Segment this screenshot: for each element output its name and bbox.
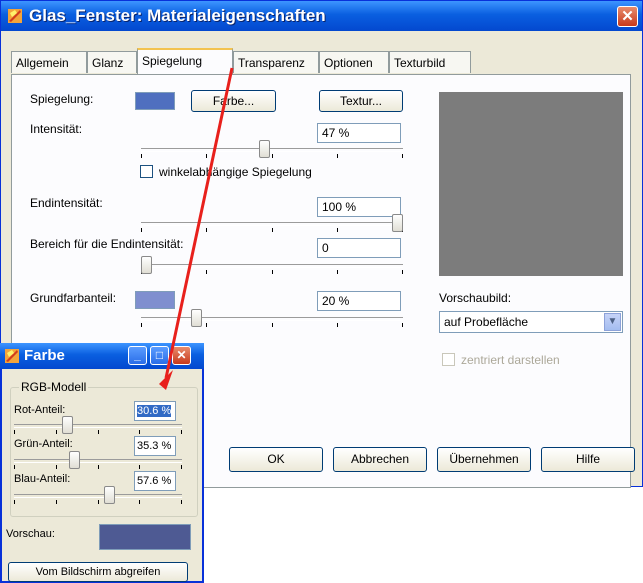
farbe-dialog: Farbe _ □ ✕ RGB-Modell Rot-Anteil: 30.6 … bbox=[0, 343, 204, 583]
slider-tick bbox=[337, 228, 338, 232]
bereich-label: Bereich für die Endintensität: bbox=[30, 237, 184, 251]
tab-optionen[interactable]: Optionen bbox=[319, 51, 389, 73]
vorschau-label: Vorschau: bbox=[6, 528, 55, 540]
slider-tick bbox=[139, 500, 140, 504]
intensitaet-label: Intensität: bbox=[30, 122, 83, 136]
slider-thumb[interactable] bbox=[104, 486, 115, 504]
slider-tick bbox=[56, 465, 57, 469]
slider-thumb[interactable] bbox=[392, 214, 403, 232]
slider-tick bbox=[56, 430, 57, 434]
endintensitaet-label: Endintensität: bbox=[30, 196, 103, 210]
vorschau-swatch bbox=[99, 524, 191, 550]
slider-tick bbox=[337, 270, 338, 274]
slider-tick bbox=[141, 323, 142, 327]
slider-tick bbox=[14, 465, 15, 469]
tab-spiegelung[interactable]: Spiegelung bbox=[137, 48, 233, 74]
farbe-button[interactable]: Farbe... bbox=[191, 90, 276, 112]
vorschaubild-value: auf Probefläche bbox=[444, 315, 529, 329]
abbrechen-button[interactable]: Abbrechen bbox=[333, 447, 427, 472]
gruen-label: Grün-Anteil: bbox=[14, 438, 73, 450]
slider-tick bbox=[272, 154, 273, 158]
slider-tick bbox=[139, 465, 140, 469]
vorschaubild-select[interactable]: auf Probefläche ▼ bbox=[439, 311, 623, 333]
slider-tick bbox=[402, 323, 403, 327]
ok-button[interactable]: OK bbox=[229, 447, 323, 472]
endintensitaet-slider[interactable] bbox=[141, 213, 403, 235]
rgb-model-title: RGB-Modell bbox=[19, 380, 89, 394]
slider-tick bbox=[98, 465, 99, 469]
winkel-checkbox[interactable] bbox=[140, 165, 153, 178]
winkel-label: winkelabhängige Spiegelung bbox=[159, 165, 312, 179]
bereich-slider[interactable] bbox=[141, 255, 403, 277]
slider-tick bbox=[14, 500, 15, 504]
chevron-down-icon[interactable]: ▼ bbox=[604, 313, 621, 331]
slider-tick bbox=[272, 228, 273, 232]
slider-thumb[interactable] bbox=[62, 416, 73, 434]
uebernehmen-button[interactable]: Übernehmen bbox=[437, 447, 531, 472]
slider-thumb[interactable] bbox=[191, 309, 202, 327]
app-icon bbox=[5, 349, 19, 363]
slider-tick bbox=[56, 500, 57, 504]
slider-thumb[interactable] bbox=[259, 140, 270, 158]
tab-texturbild[interactable]: Texturbild bbox=[389, 51, 471, 73]
window-title: Glas_Fenster: Materialeigenschaften bbox=[29, 6, 326, 25]
textur-button[interactable]: Textur... bbox=[319, 90, 403, 112]
blau-label: Blau-Anteil: bbox=[14, 473, 71, 485]
slider-tick bbox=[337, 323, 338, 327]
grundfarbanteil-label: Grundfarbanteil: bbox=[30, 291, 117, 305]
farbe-dialog-titlebar[interactable]: Farbe _ □ ✕ bbox=[0, 343, 204, 369]
slider-tick bbox=[181, 500, 182, 504]
slider-tick bbox=[14, 430, 15, 434]
slider-thumb[interactable] bbox=[141, 256, 152, 274]
tab-allgemein[interactable]: Allgemein bbox=[11, 51, 87, 73]
slider-thumb[interactable] bbox=[69, 451, 80, 469]
slider-tick bbox=[402, 154, 403, 158]
tab-transparenz[interactable]: Transparenz bbox=[233, 51, 319, 73]
gruen-slider[interactable] bbox=[14, 450, 182, 472]
rot-slider[interactable] bbox=[14, 415, 182, 437]
slider-tick bbox=[98, 500, 99, 504]
slider-tick bbox=[206, 270, 207, 274]
slider-tick bbox=[139, 430, 140, 434]
spiegelung-color-swatch[interactable] bbox=[135, 92, 175, 110]
vorschaubild-label: Vorschaubild: bbox=[439, 291, 512, 305]
blau-slider[interactable] bbox=[14, 485, 182, 507]
slider-tick bbox=[206, 323, 207, 327]
window-titlebar[interactable]: Glas_Fenster: Materialeigenschaften ✕ bbox=[1, 1, 642, 31]
spiegelung-label: Spiegelung: bbox=[30, 92, 94, 106]
slider-tick bbox=[141, 228, 142, 232]
tab-glanz[interactable]: Glanz bbox=[87, 51, 137, 73]
app-icon bbox=[8, 9, 22, 23]
vom-bildschirm-abgreifen-button[interactable]: Vom Bildschirm abgreifen bbox=[8, 562, 188, 582]
slider-tick bbox=[181, 430, 182, 434]
minimize-button[interactable]: _ bbox=[128, 346, 147, 365]
hilfe-button[interactable]: Hilfe bbox=[541, 447, 635, 472]
slider-tick bbox=[272, 323, 273, 327]
slider-tick bbox=[181, 465, 182, 469]
slider-tick bbox=[98, 430, 99, 434]
slider-tick bbox=[206, 154, 207, 158]
zentriert-label: zentriert darstellen bbox=[461, 353, 560, 367]
grundfarbanteil-slider[interactable] bbox=[141, 308, 403, 330]
farbe-close-button[interactable]: ✕ bbox=[172, 346, 191, 365]
material-preview bbox=[439, 92, 623, 276]
intensitaet-slider[interactable] bbox=[141, 139, 403, 161]
slider-tick bbox=[337, 154, 338, 158]
window-close-button[interactable]: ✕ bbox=[617, 6, 638, 27]
slider-tick bbox=[402, 270, 403, 274]
slider-tick bbox=[141, 154, 142, 158]
maximize-button[interactable]: □ bbox=[150, 346, 169, 365]
grundfarbanteil-swatch bbox=[135, 291, 175, 309]
zentriert-checkbox[interactable] bbox=[442, 353, 455, 366]
slider-tick bbox=[272, 270, 273, 274]
slider-tick bbox=[206, 228, 207, 232]
farbe-dialog-title: Farbe bbox=[24, 347, 65, 364]
